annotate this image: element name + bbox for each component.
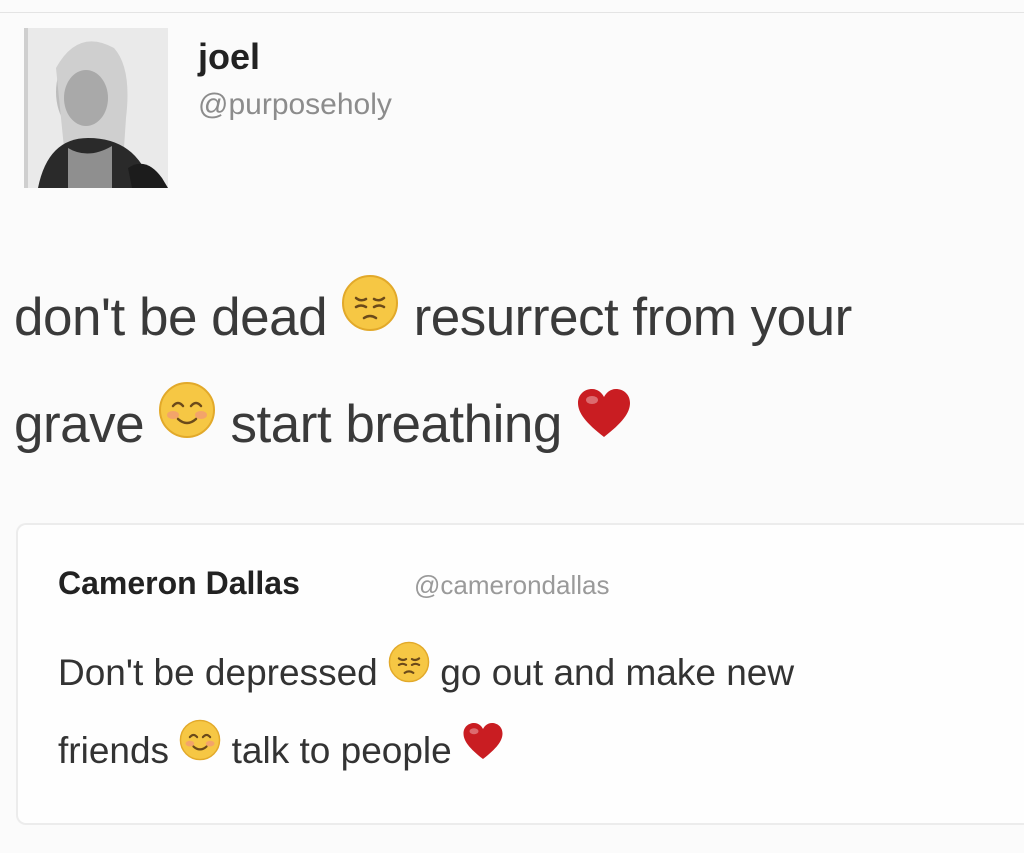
tweet-text-segment: grave	[14, 395, 145, 454]
tweet-screenshot: joel @purposeholy don't be dead resurrec…	[0, 0, 1024, 853]
tweet-text: don't be dead resurrect from your grave	[14, 266, 1019, 480]
tweet-text-segment: don't be dead	[14, 288, 328, 347]
quoted-line-1: Don't be depressed go out and make new	[58, 635, 1024, 713]
quoted-line-2: friends talk to people	[58, 713, 1024, 791]
smiling-face-icon	[158, 370, 216, 474]
tweet-line-2: grave start breathing	[14, 373, 1019, 480]
quoted-author-name[interactable]: Cameron Dallas	[58, 565, 300, 602]
tweet-line-1: don't be dead resurrect from your	[14, 266, 1019, 373]
author-name[interactable]: joel	[198, 36, 260, 78]
smiling-face-icon	[179, 711, 221, 787]
quoted-tweet-card[interactable]: Cameron Dallas @camerondallas Don't be d…	[16, 523, 1024, 825]
quoted-text-segment: go out and make new	[440, 652, 795, 693]
author-handle[interactable]: @purposeholy	[198, 88, 392, 122]
quoted-tweet-text: Don't be depressed go out and make new f…	[58, 635, 1024, 791]
top-divider	[0, 12, 1024, 13]
quoted-text-segment: talk to people	[231, 730, 452, 772]
tweet-text-segment: start breathing	[230, 395, 563, 454]
red-heart-icon	[462, 711, 504, 787]
avatar[interactable]	[24, 28, 168, 188]
pensive-face-icon	[388, 633, 430, 709]
quoted-text-segment: friends	[58, 730, 170, 772]
quoted-author-handle[interactable]: @camerondallas	[414, 570, 609, 601]
tweet-text-segment: resurrect from your	[413, 288, 853, 347]
quoted-text-segment: Don't be depressed	[58, 652, 378, 693]
pensive-face-icon	[341, 263, 399, 367]
red-heart-icon	[576, 370, 632, 474]
